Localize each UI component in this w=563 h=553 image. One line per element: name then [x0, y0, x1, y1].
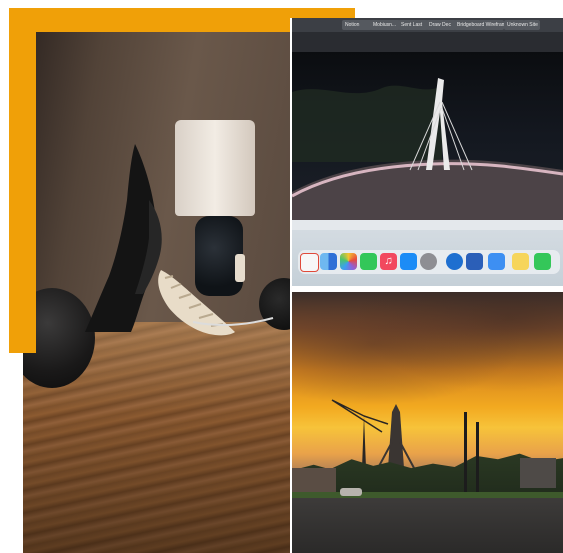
browser-tab[interactable]: Sent Last — [398, 20, 428, 30]
car — [340, 488, 362, 496]
utility-pole — [464, 412, 467, 498]
facetime-icon[interactable] — [360, 253, 377, 270]
bridge-model-render — [292, 78, 563, 220]
browser-tab[interactable]: Notion — [342, 20, 372, 30]
browser-tab[interactable]: Draw Dec — [426, 20, 456, 30]
messages-icon[interactable] — [534, 253, 551, 270]
house-left — [292, 468, 336, 494]
finder-icon[interactable] — [320, 253, 337, 270]
orange-frame-left — [9, 8, 36, 353]
browser-tab[interactable]: Bridgeboard Wireframe Sunset — [454, 20, 504, 30]
music-icon[interactable]: ♫ — [380, 253, 397, 270]
settings-icon[interactable] — [420, 253, 437, 270]
browser-tab[interactable]: Mobiusn... — [370, 20, 400, 30]
road — [292, 498, 563, 553]
utility-pole — [476, 422, 479, 498]
photo-monitor-screen: Notion Mobiusn... Sent Last Draw Dec Bri… — [292, 18, 563, 286]
browser-tab[interactable]: Unknown Site — [504, 20, 540, 30]
sculpture-graphic — [85, 144, 274, 336]
collage-gutter — [290, 18, 292, 553]
s-app-icon[interactable] — [488, 253, 505, 270]
taskbar — [292, 220, 563, 230]
notes-icon[interactable] — [512, 253, 529, 270]
photo-sunset — [292, 292, 563, 553]
quicktime-icon[interactable] — [446, 253, 463, 270]
word-icon[interactable] — [466, 253, 483, 270]
app-toolbar — [292, 32, 563, 52]
calendar-icon[interactable] — [300, 253, 319, 272]
photos-icon[interactable] — [340, 253, 357, 270]
house-right — [520, 458, 556, 488]
photo-sculpture — [23, 32, 290, 553]
app-store-icon[interactable] — [400, 253, 417, 270]
